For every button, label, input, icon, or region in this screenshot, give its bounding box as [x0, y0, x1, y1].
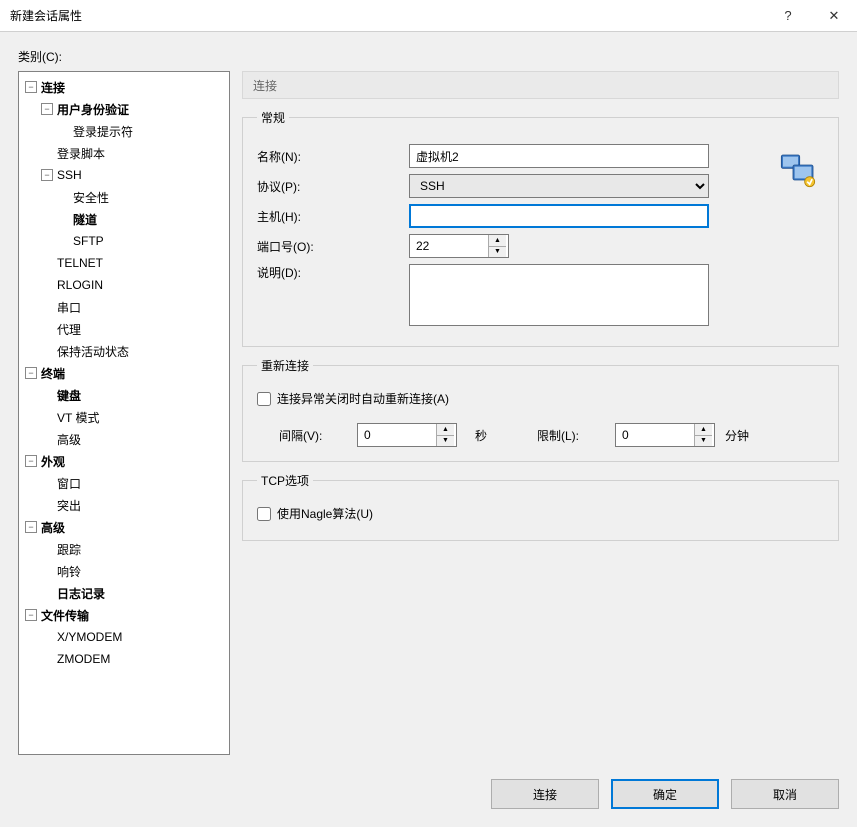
limit-unit: 分钟 — [725, 427, 749, 444]
interval-unit: 秒 — [475, 427, 487, 444]
category-tree[interactable]: − 连接 − 用户身份验证 登录提示符 — [18, 71, 230, 755]
tree-item-connection[interactable]: − 连接 — [21, 76, 229, 98]
window-title: 新建会话属性 — [10, 7, 765, 24]
limit-label: 限制(L): — [537, 427, 605, 444]
close-button[interactable]: ✕ — [811, 0, 857, 32]
protocol-label: 协议(P): — [257, 178, 409, 195]
limit-spinner[interactable]: ▲ ▼ — [615, 423, 715, 447]
name-label: 名称(N): — [257, 148, 409, 165]
interval-label: 间隔(V): — [279, 427, 347, 444]
spin-up-icon[interactable]: ▲ — [437, 424, 454, 436]
button-row: 连接 确定 取消 — [0, 765, 857, 827]
spin-down-icon[interactable]: ▼ — [695, 436, 712, 447]
tree-item-appearance[interactable]: − 外观 — [21, 450, 229, 472]
dialog-window: 新建会话属性 ? ✕ 类别(C): − 连接 — [0, 0, 857, 827]
spin-down-icon[interactable]: ▼ — [489, 247, 506, 258]
port-spinner[interactable]: ▲ ▼ — [409, 234, 509, 258]
spin-down-icon[interactable]: ▼ — [437, 436, 454, 447]
nagle-checkbox[interactable] — [257, 507, 271, 521]
tree-item-login-prompt[interactable]: 登录提示符 — [53, 120, 229, 142]
settings-pane: 连接 常规 名称(N): — [242, 71, 839, 755]
tree-item-terminal[interactable]: − 终端 — [21, 362, 229, 384]
category-label: 类别(C): — [18, 48, 839, 65]
general-legend: 常规 — [257, 109, 289, 126]
auto-reconnect-label: 连接异常关闭时自动重新连接(A) — [277, 390, 449, 407]
collapse-icon[interactable]: − — [41, 169, 53, 181]
tree-item-rlogin[interactable]: RLOGIN — [37, 274, 229, 296]
spin-up-icon[interactable]: ▲ — [489, 235, 506, 247]
collapse-icon[interactable]: − — [25, 455, 37, 467]
collapse-icon[interactable]: − — [25, 521, 37, 533]
collapse-icon[interactable]: − — [25, 81, 37, 93]
auto-reconnect-checkbox[interactable] — [257, 392, 271, 406]
tree-item-ssh[interactable]: − SSH — [37, 164, 229, 186]
host-label: 主机(H): — [257, 208, 409, 225]
interval-spinner[interactable]: ▲ ▼ — [357, 423, 457, 447]
connect-button[interactable]: 连接 — [491, 779, 599, 809]
nagle-label: 使用Nagle算法(U) — [277, 505, 373, 522]
tree-item-serial[interactable]: 串口 — [37, 296, 229, 318]
collapse-icon[interactable]: − — [25, 609, 37, 621]
tree-item-advanced[interactable]: − 高级 — [21, 516, 229, 538]
tree-item-xymodem[interactable]: X/YMODEM — [37, 626, 229, 648]
desc-label: 说明(D): — [257, 264, 409, 281]
tree-item-trace[interactable]: 跟踪 — [37, 538, 229, 560]
host-input[interactable] — [409, 204, 709, 228]
tree-item-bell[interactable]: 响铃 — [37, 560, 229, 582]
tree-item-file-transfer[interactable]: − 文件传输 — [21, 604, 229, 626]
pane-header: 连接 — [242, 71, 839, 99]
help-button[interactable]: ? — [765, 0, 811, 32]
connection-icon — [778, 150, 818, 190]
interval-input[interactable] — [358, 424, 436, 446]
tree-item-highlight[interactable]: 突出 — [37, 494, 229, 516]
collapse-icon[interactable]: − — [25, 367, 37, 379]
titlebar: 新建会话属性 ? ✕ — [0, 0, 857, 32]
tree-item-zmodem[interactable]: ZMODEM — [37, 648, 229, 670]
collapse-icon[interactable]: − — [41, 103, 53, 115]
tree-item-user-auth[interactable]: − 用户身份验证 — [37, 98, 229, 120]
reconnect-group: 重新连接 连接异常关闭时自动重新连接(A) 间隔(V): ▲ ▼ — [242, 357, 839, 462]
protocol-select[interactable]: SSH — [409, 174, 709, 198]
tree-item-keepalive[interactable]: 保持活动状态 — [37, 340, 229, 362]
limit-input[interactable] — [616, 424, 694, 446]
main-row: − 连接 − 用户身份验证 登录提示符 — [18, 71, 839, 755]
ok-button[interactable]: 确定 — [611, 779, 719, 809]
tree-item-keyboard[interactable]: 键盘 — [37, 384, 229, 406]
tree-item-proxy[interactable]: 代理 — [37, 318, 229, 340]
tree-item-security[interactable]: 安全性 — [53, 186, 229, 208]
tree-item-window[interactable]: 窗口 — [37, 472, 229, 494]
tree-item-telnet[interactable]: TELNET — [37, 252, 229, 274]
name-input[interactable] — [409, 144, 709, 168]
tree-item-vtmode[interactable]: VT 模式 — [37, 406, 229, 428]
general-group: 常规 名称(N): 协议(P): — [242, 109, 839, 347]
port-label: 端口号(O): — [257, 238, 409, 255]
tcp-legend: TCP选项 — [257, 472, 313, 489]
description-textarea[interactable] — [409, 264, 709, 326]
tcp-group: TCP选项 使用Nagle算法(U) — [242, 472, 839, 541]
spin-up-icon[interactable]: ▲ — [695, 424, 712, 436]
tree-item-advanced-term[interactable]: 高级 — [37, 428, 229, 450]
cancel-button[interactable]: 取消 — [731, 779, 839, 809]
tree-item-tunnel[interactable]: 隧道 — [53, 208, 229, 230]
tree-item-logging[interactable]: 日志记录 — [37, 582, 229, 604]
reconnect-legend: 重新连接 — [257, 357, 313, 374]
port-input[interactable] — [410, 235, 488, 257]
tree-item-login-script[interactable]: 登录脚本 — [37, 142, 229, 164]
tree-item-sftp[interactable]: SFTP — [53, 230, 229, 252]
content-area: 类别(C): − 连接 − 用户身份验证 — [0, 32, 857, 765]
